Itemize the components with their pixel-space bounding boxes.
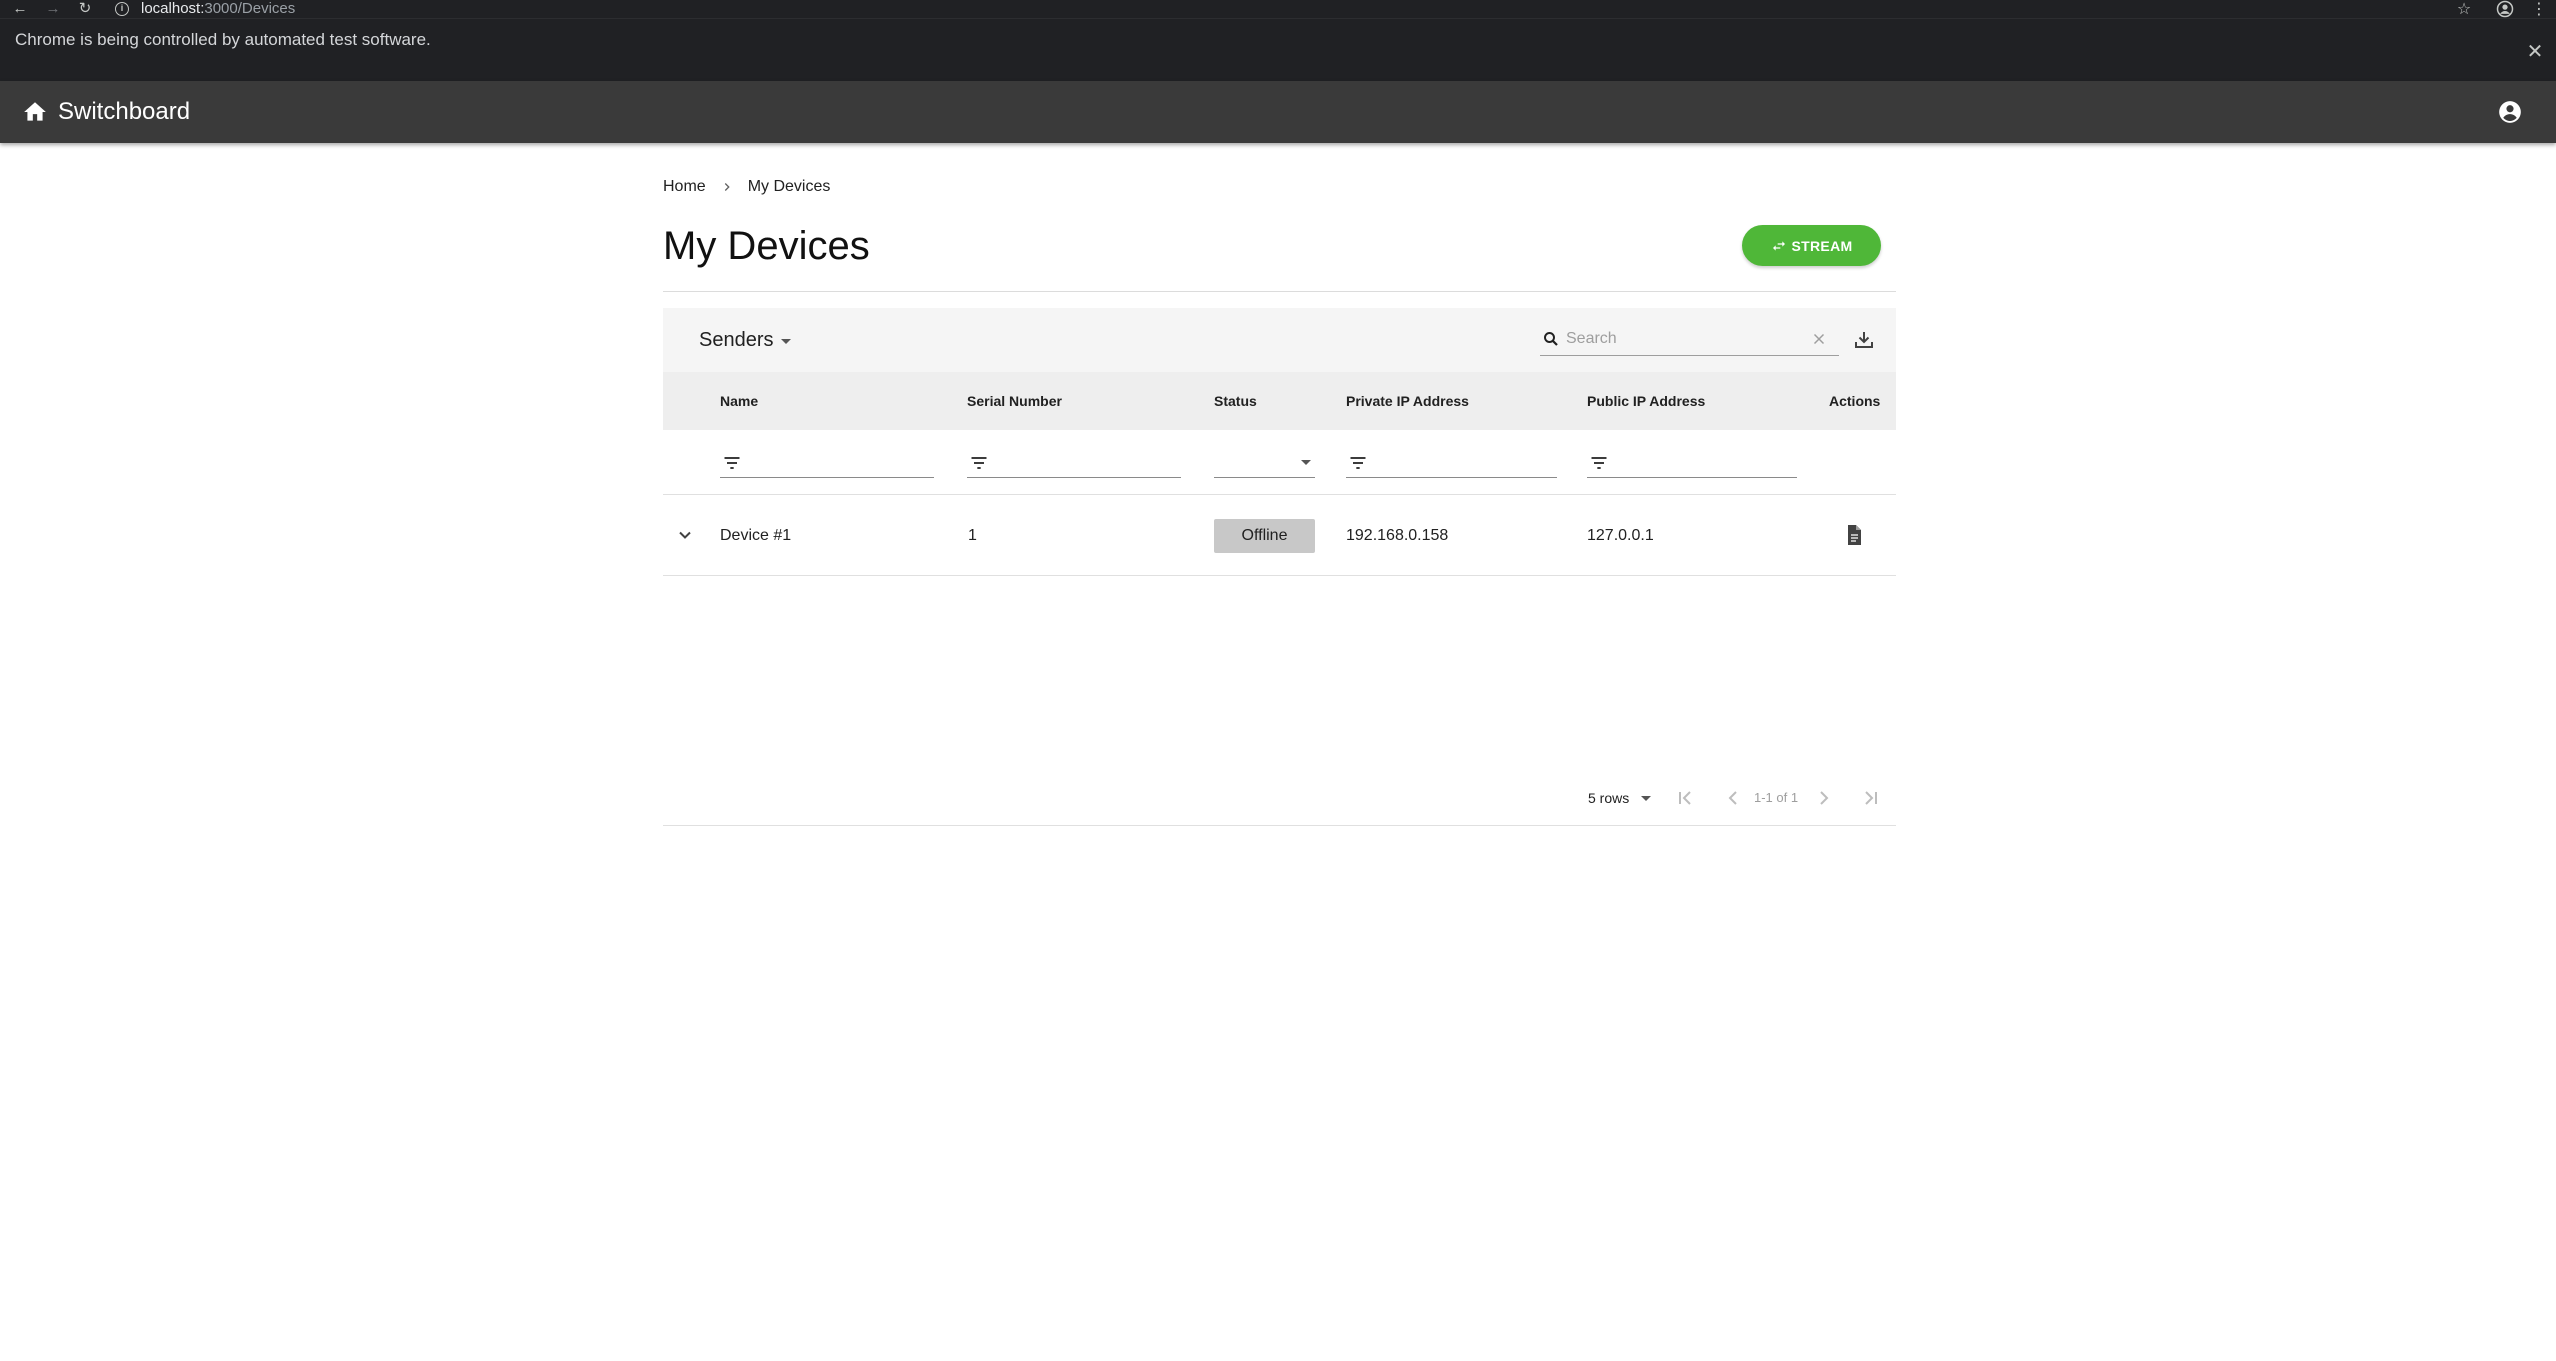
- stream-button[interactable]: STREAM: [1742, 225, 1881, 266]
- table-header: Name Serial Number Status Private IP Add…: [663, 372, 1896, 430]
- stream-button-label: STREAM: [1791, 237, 1853, 254]
- serial-filter: [967, 448, 1181, 478]
- page-range: 1-1 of 1: [1754, 790, 1799, 805]
- previous-page-icon[interactable]: [1721, 786, 1745, 810]
- filter-icon: [971, 457, 987, 469]
- bookmark-star-icon[interactable]: ☆: [2453, 0, 2475, 18]
- automation-infobar: Chrome is being controlled by automated …: [0, 18, 2556, 81]
- rows-per-page-label: 5 rows: [1588, 790, 1630, 806]
- private-ip-filter-input[interactable]: [1374, 450, 1552, 476]
- device-serial: 1: [968, 527, 977, 544]
- filter-icon: [1350, 457, 1366, 469]
- infobar-message: Chrome is being controlled by automated …: [15, 30, 431, 49]
- first-page-icon[interactable]: [1673, 786, 1697, 810]
- public-ip-filter-input[interactable]: [1615, 450, 1791, 476]
- column-header-private-ip[interactable]: Private IP Address: [1346, 372, 1469, 430]
- device-type-label: Senders: [699, 329, 774, 351]
- close-icon[interactable]: ✕: [2524, 41, 2546, 63]
- name-filter-input[interactable]: [748, 450, 928, 476]
- device-private-ip: 192.168.0.158: [1346, 527, 1449, 544]
- column-header-public-ip[interactable]: Public IP Address: [1587, 372, 1705, 430]
- filter-row: [663, 430, 1896, 495]
- device-name: Device #1: [720, 527, 792, 544]
- last-page-icon[interactable]: [1859, 786, 1883, 810]
- browser-menu-icon[interactable]: ⋮: [2528, 0, 2550, 18]
- browser-profile-icon[interactable]: [2494, 0, 2516, 18]
- status-badge: Offline: [1214, 519, 1315, 553]
- filter-icon: [1591, 457, 1607, 469]
- device-public-ip: 127.0.0.1: [1587, 527, 1654, 544]
- status-filter-select[interactable]: [1214, 448, 1315, 478]
- column-header-name[interactable]: Name: [720, 372, 758, 430]
- app-header: Switchboard: [0, 81, 2556, 143]
- device-type-selector[interactable]: Senders: [699, 308, 791, 372]
- app-title[interactable]: Switchboard: [58, 81, 190, 143]
- account-circle-icon[interactable]: [2497, 99, 2523, 125]
- chevron-down-icon[interactable]: [673, 523, 697, 547]
- breadcrumb: Home My Devices: [663, 174, 830, 200]
- caret-down-icon: [1641, 795, 1652, 801]
- home-icon[interactable]: [22, 99, 48, 125]
- column-header-serial[interactable]: Serial Number: [967, 372, 1062, 430]
- search-icon: [1544, 332, 1558, 346]
- chevron-right-icon: [724, 183, 730, 191]
- rows-per-page-select[interactable]: 5 rows: [1588, 770, 1652, 826]
- breadcrumb-home[interactable]: Home: [663, 178, 706, 196]
- pagination: 5 rows 1-1 of 1: [663, 770, 1896, 826]
- search-field: [1540, 322, 1839, 356]
- public-ip-filter: [1587, 448, 1797, 478]
- breadcrumb-current: My Devices: [747, 178, 831, 195]
- column-header-actions: Actions: [1829, 393, 1881, 409]
- next-page-icon[interactable]: [1812, 786, 1836, 810]
- serial-filter-input[interactable]: [995, 450, 1175, 476]
- table-toolbar: Senders: [663, 308, 1896, 372]
- column-header-status[interactable]: Status: [1214, 372, 1257, 430]
- caret-down-icon: [780, 338, 791, 344]
- download-icon[interactable]: [1852, 328, 1876, 352]
- divider: [663, 291, 1896, 292]
- private-ip-filter: [1346, 448, 1557, 478]
- document-icon[interactable]: [1842, 523, 1866, 547]
- filter-icon: [724, 457, 740, 469]
- swap-horizontal-icon: [1772, 240, 1785, 251]
- table-row[interactable]: Device #1 1 Offline 192.168.0.158 127.0.…: [663, 495, 1896, 576]
- search-input[interactable]: [1566, 325, 1806, 353]
- clear-icon[interactable]: [1810, 330, 1828, 348]
- page-title: My Devices: [663, 224, 870, 268]
- name-filter: [720, 448, 934, 478]
- caret-down-icon: [1301, 460, 1311, 465]
